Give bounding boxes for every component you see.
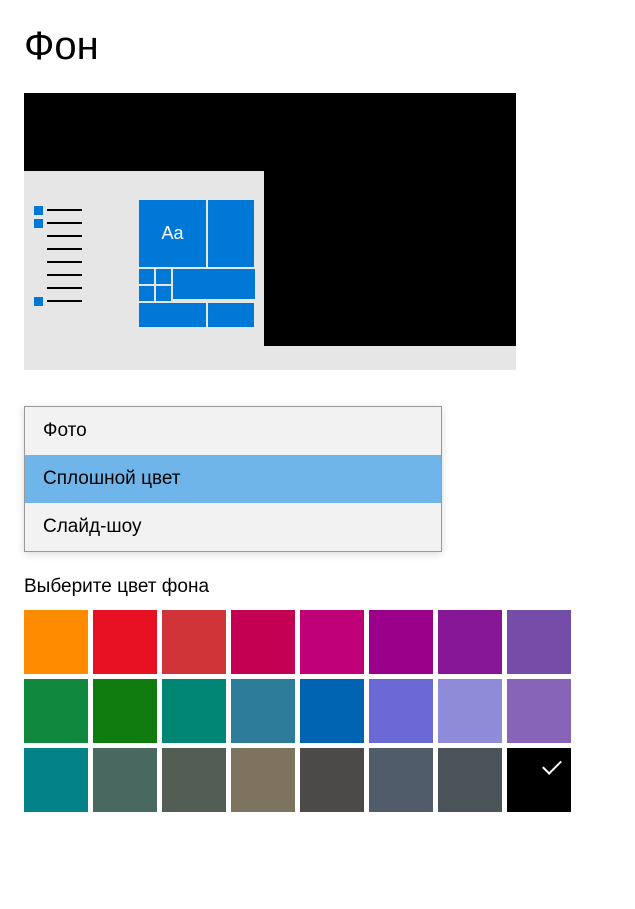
color-swatch[interactable] [24,610,88,674]
color-swatch[interactable] [93,679,157,743]
background-preview: Aa [24,93,516,370]
color-swatch[interactable] [162,748,226,812]
dropdown-option-photo[interactable]: Фото [25,407,441,455]
color-swatch[interactable] [507,610,571,674]
preview-tile [208,303,254,327]
preview-start-menu: Aa [24,171,264,370]
color-grid [24,610,584,812]
color-swatch[interactable] [162,610,226,674]
color-swatch[interactable] [93,610,157,674]
color-swatch[interactable] [369,748,433,812]
preview-tile [139,286,154,301]
color-swatch[interactable] [300,679,364,743]
color-swatch[interactable] [438,679,502,743]
preview-tile [156,269,171,284]
color-swatch[interactable] [300,610,364,674]
background-type-dropdown[interactable]: Фото Сплошной цвет Слайд-шоу [24,406,442,552]
color-swatch[interactable] [231,748,295,812]
preview-tile [139,303,206,327]
color-swatch[interactable] [231,679,295,743]
color-swatch[interactable] [507,748,571,812]
page-title: Фон [24,24,611,69]
preview-menu-items [34,209,82,313]
color-swatch[interactable] [24,679,88,743]
color-swatch[interactable] [369,610,433,674]
color-swatch[interactable] [438,610,502,674]
dropdown-option-solid-color[interactable]: Сплошной цвет [25,455,441,503]
preview-tile [156,286,171,301]
color-swatch[interactable] [24,748,88,812]
color-section-label: Выберите цвет фона [24,576,611,598]
preview-tiles: Aa [139,200,255,329]
dropdown-option-slideshow[interactable]: Слайд-шоу [25,503,441,551]
preview-tile [208,200,254,267]
preview-tile-sample: Aa [139,200,206,267]
color-swatch[interactable] [93,748,157,812]
preview-tile [139,269,154,284]
color-swatch[interactable] [507,679,571,743]
color-swatch[interactable] [438,748,502,812]
color-swatch[interactable] [369,679,433,743]
color-swatch[interactable] [231,610,295,674]
color-swatch[interactable] [162,679,226,743]
preview-tile [173,269,255,299]
color-swatch[interactable] [300,748,364,812]
